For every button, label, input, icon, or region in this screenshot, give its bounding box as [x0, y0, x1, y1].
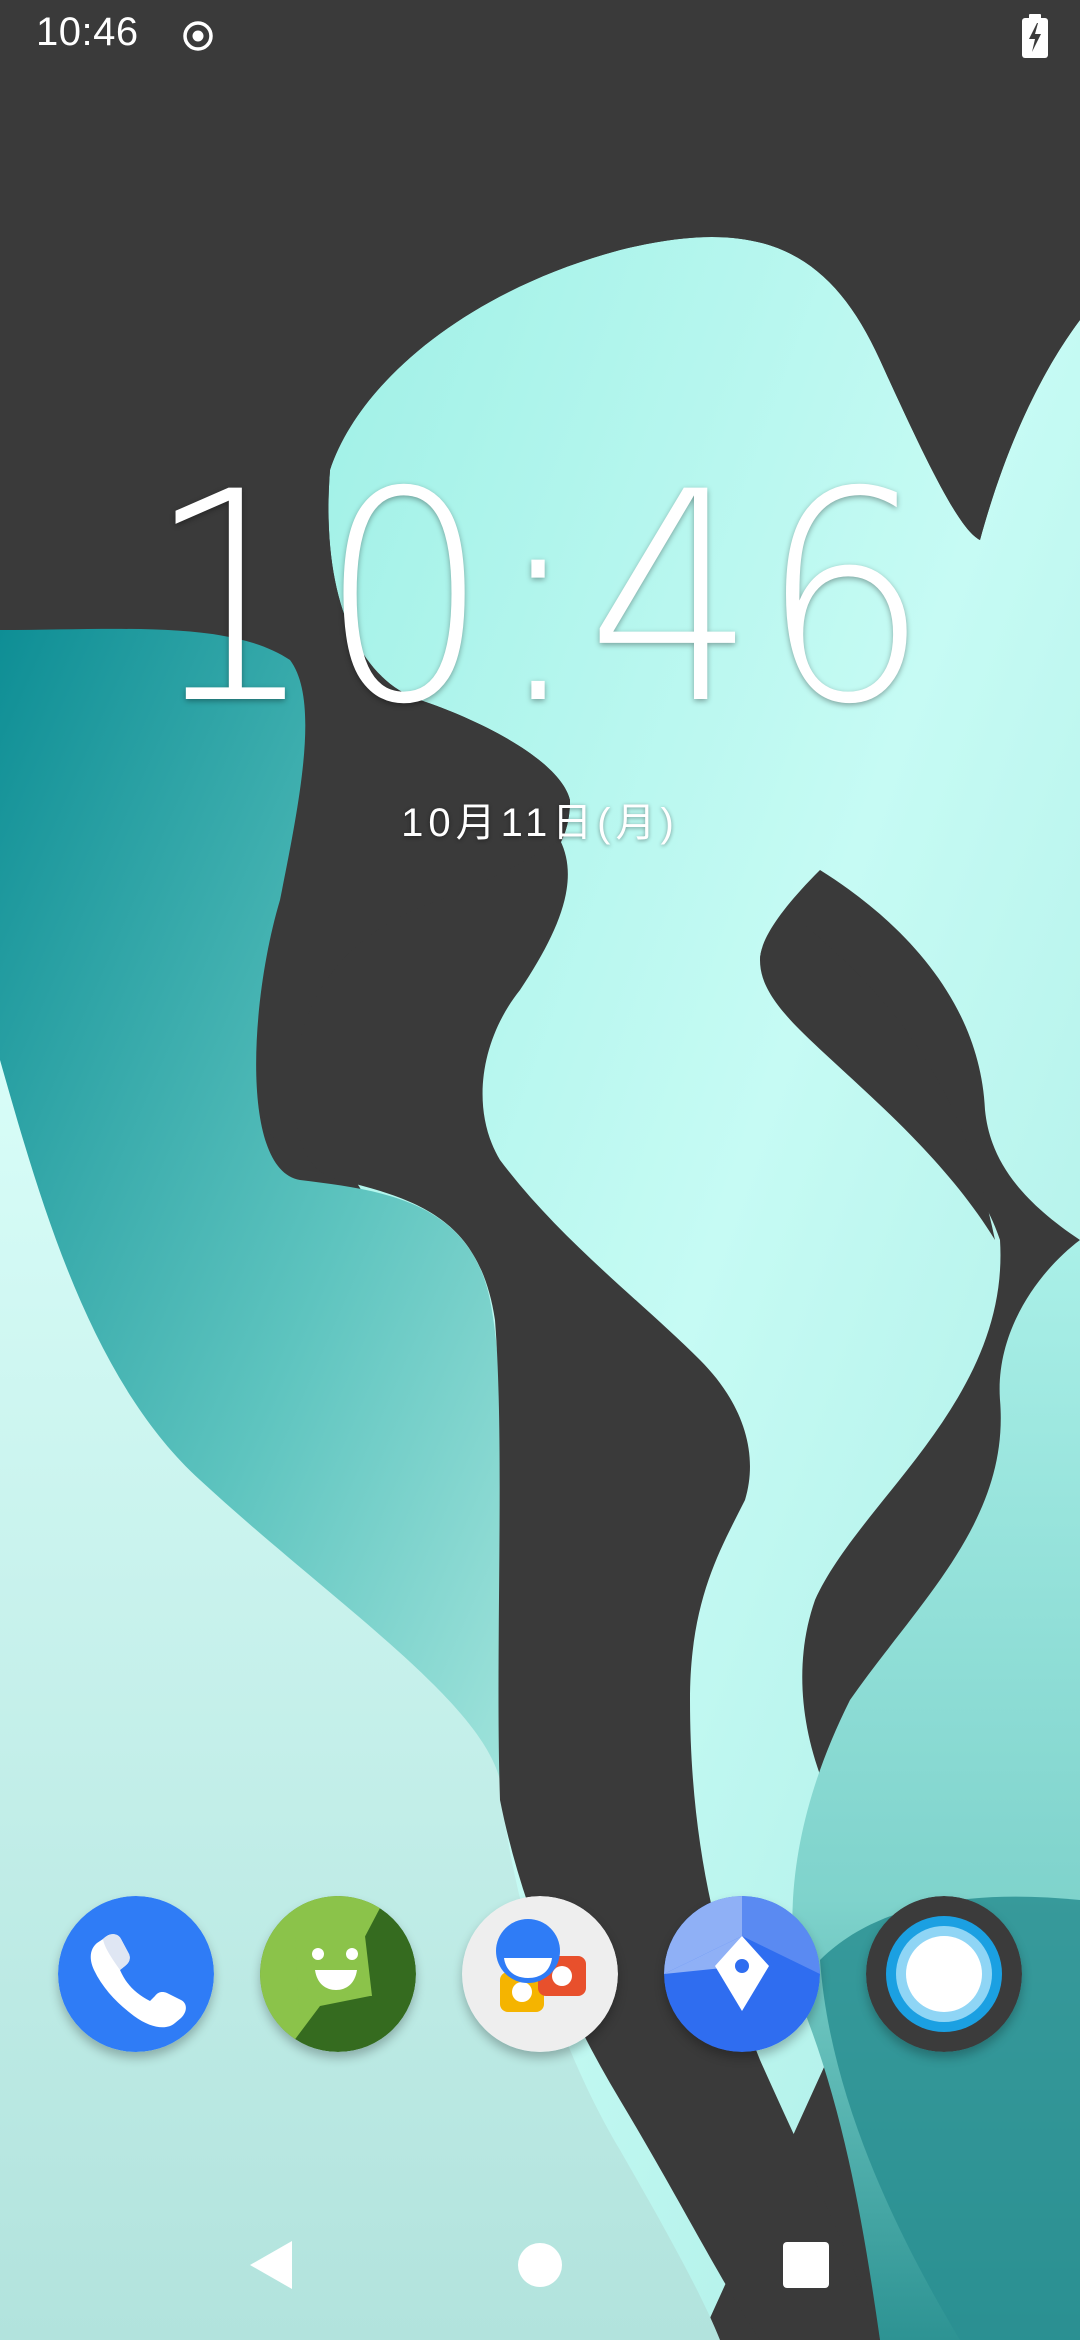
- navigation-icon: [664, 1896, 820, 2052]
- camera-icon: [866, 1896, 1022, 2052]
- dock-app-phone[interactable]: [58, 1896, 214, 2052]
- clock-time: 10:46: [146, 431, 934, 768]
- status-time: 10:46: [36, 10, 139, 54]
- dock-app-maps[interactable]: [664, 1896, 820, 2052]
- dock-app-messaging[interactable]: [260, 1896, 416, 2052]
- recents-button[interactable]: [776, 2235, 836, 2295]
- lock-screen: 10:46 10:46 10月11日(月): [0, 0, 1080, 2340]
- recents-icon: [783, 2242, 829, 2288]
- contacts-icon: [462, 1896, 618, 2052]
- phone-icon: [58, 1896, 214, 2052]
- battery-charging-icon: [1022, 14, 1048, 58]
- message-smiley-icon: [260, 1896, 416, 2052]
- dock-app-camera[interactable]: [866, 1896, 1022, 2052]
- target-icon: [183, 21, 213, 51]
- lockscreen-clock: 10:46: [0, 455, 1080, 745]
- home-button[interactable]: [510, 2235, 570, 2295]
- lockscreen-date: 10月11日(月): [401, 801, 679, 845]
- status-bar: 10:46: [0, 0, 1080, 72]
- back-button[interactable]: [242, 2235, 302, 2295]
- back-icon: [250, 2241, 292, 2289]
- dock-app-contacts[interactable]: [462, 1896, 618, 2052]
- home-icon: [518, 2243, 562, 2287]
